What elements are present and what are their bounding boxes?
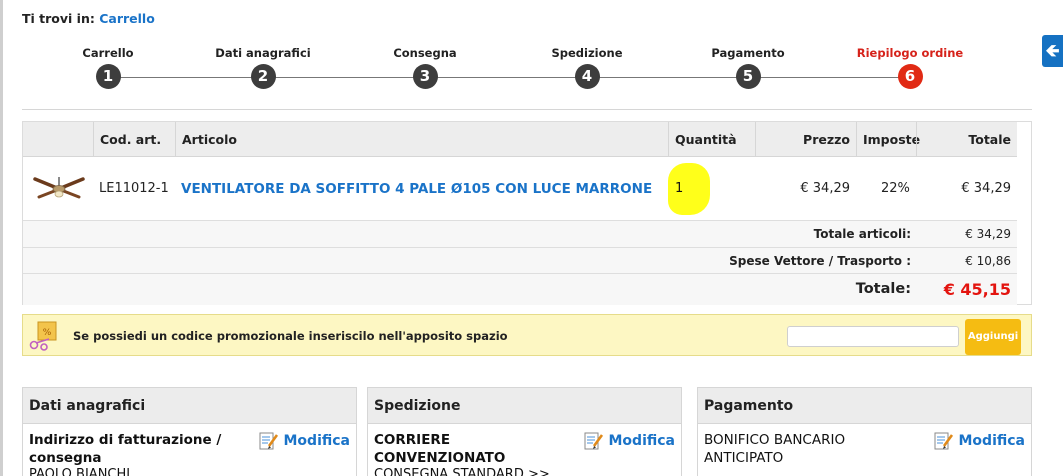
checkout-steps: Carrello 1 Dati anagrafici 2 Consegna 3 … <box>22 36 1032 110</box>
header-price: Prezzo <box>755 122 856 157</box>
shipping-carrier-line1: CORRIERE <box>374 432 451 448</box>
step-number: 5 <box>735 64 761 89</box>
summary-items-value: € 34,29 <box>965 227 1011 241</box>
step-label: Carrello <box>82 46 134 60</box>
back-button[interactable]: 🡸 <box>1042 35 1063 67</box>
product-price: € 34,29 <box>800 181 850 196</box>
product-quantity: 1 <box>675 181 684 196</box>
step-label: Riepilogo ordine <box>856 46 964 60</box>
summary-items-row: Totale articoli: € 34,29 <box>23 221 1017 248</box>
edit-icon <box>934 432 953 450</box>
edit-icon <box>259 432 278 450</box>
summary-shipping-row: Spese Vettore / Trasporto : € 10,86 <box>23 248 1017 274</box>
edit-pagamento-label: Modifica <box>958 433 1026 449</box>
step-number: 6 <box>897 64 923 89</box>
arrow-left-icon: 🡸 <box>1045 41 1060 61</box>
header-code: Cod. art. <box>93 122 175 157</box>
step-consegna[interactable]: Consegna 3 <box>360 46 490 89</box>
header-qty: Quantità <box>668 122 755 157</box>
section-pagamento: Pagamento BONIFICO BANCARIO ANTICIPATO M… <box>697 387 1032 476</box>
step-pagamento[interactable]: Pagamento 5 <box>683 46 813 89</box>
section-title: Pagamento <box>698 388 1031 424</box>
promo-add-button[interactable]: Aggiungi <box>965 319 1021 355</box>
summary-total-value: € 45,15 <box>943 280 1011 299</box>
section-text: Indirizzo di fatturazione / consegna <box>29 431 221 467</box>
header-tax: Imposte <box>856 122 920 157</box>
section-text: BONIFICO BANCARIO ANTICIPATO <box>704 431 845 467</box>
billing-label-line2: consegna <box>29 450 102 466</box>
step-label: Pagamento <box>711 46 785 60</box>
payment-method-line1: BONIFICO BANCARIO <box>704 432 846 448</box>
billing-label-line1: Indirizzo di fatturazione / <box>29 432 222 448</box>
edit-spedizione-label: Modifica <box>608 433 676 449</box>
summary-shipping-label: Spese Vettore / Trasporto : <box>729 254 911 268</box>
promo-code-input[interactable] <box>787 326 959 347</box>
step-riepilogo-ordine: Riepilogo ordine 6 <box>845 46 975 89</box>
cart-table: Cod. art. Articolo Quantità Prezzo Impos… <box>22 121 1032 305</box>
shipping-method: CONSEGNA STANDARD >> <box>374 467 550 476</box>
edit-spedizione-button[interactable]: Modifica <box>583 430 676 452</box>
breadcrumb-prefix: Ti trovi in: <box>22 11 95 26</box>
step-number: 1 <box>95 64 121 89</box>
breadcrumb: Ti trovi in: Carrello <box>22 11 155 26</box>
step-label: Dati anagrafici <box>215 46 311 60</box>
product-tax: 22% <box>881 181 910 196</box>
section-text: CORRIERE CONVENZIONATO <box>374 431 505 467</box>
ceiling-fan-image[interactable] <box>33 175 85 203</box>
edit-icon <box>584 432 603 450</box>
header-total: Totale <box>916 122 1017 157</box>
svg-text:%: % <box>43 328 52 338</box>
edit-dati-button[interactable]: Modifica <box>258 430 351 452</box>
section-title: Dati anagrafici <box>23 388 356 424</box>
table-row: LE11012-1 VENTILATORE DA SOFFITTO 4 PALE… <box>23 157 1017 221</box>
shipping-carrier-line2: CONVENZIONATO <box>374 450 506 466</box>
breadcrumb-link-carrello[interactable]: Carrello <box>99 11 155 26</box>
customer-name: PAOLO BIANCHI <box>29 467 131 476</box>
summary-items-label: Totale articoli: <box>813 227 911 241</box>
step-carrello[interactable]: Carrello 1 <box>43 46 173 89</box>
section-dati-anagrafici: Dati anagrafici Indirizzo di fatturazion… <box>22 387 357 476</box>
discount-coupon-icon: % <box>29 321 57 351</box>
summary-shipping-value: € 10,86 <box>965 254 1011 268</box>
step-number: 3 <box>412 64 438 89</box>
edit-pagamento-button[interactable]: Modifica <box>933 430 1026 452</box>
summary-total-label: Totale: <box>855 281 911 297</box>
step-label: Spedizione <box>551 46 623 60</box>
table-header: Cod. art. Articolo Quantità Prezzo Impos… <box>23 122 1017 157</box>
left-edge <box>0 0 3 476</box>
product-code: LE11012-1 <box>99 181 169 196</box>
promo-text: Se possiedi un codice promozionale inser… <box>73 329 508 343</box>
promo-bar: % Se possiedi un codice promozionale ins… <box>22 314 1032 356</box>
step-spedizione[interactable]: Spedizione 4 <box>522 46 652 89</box>
step-number: 2 <box>250 64 276 89</box>
section-spedizione: Spedizione CORRIERE CONVENZIONATO CONSEG… <box>367 387 682 476</box>
product-name-cell: VENTILATORE DA SOFFITTO 4 PALE Ø105 CON … <box>175 157 658 221</box>
step-number: 4 <box>574 64 600 89</box>
edit-dati-label: Modifica <box>283 433 351 449</box>
header-article: Articolo <box>175 122 668 157</box>
summary-total-row: Totale: € 45,15 <box>23 274 1017 305</box>
header-image <box>23 122 93 157</box>
step-dati-anagrafici[interactable]: Dati anagrafici 2 <box>198 46 328 89</box>
payment-method-line2: ANTICIPATO <box>704 450 784 466</box>
product-link[interactable]: VENTILATORE DA SOFFITTO 4 PALE Ø105 CON … <box>181 181 652 197</box>
section-title: Spedizione <box>368 388 681 424</box>
step-label: Consegna <box>393 46 457 60</box>
product-total: € 34,29 <box>961 181 1011 196</box>
